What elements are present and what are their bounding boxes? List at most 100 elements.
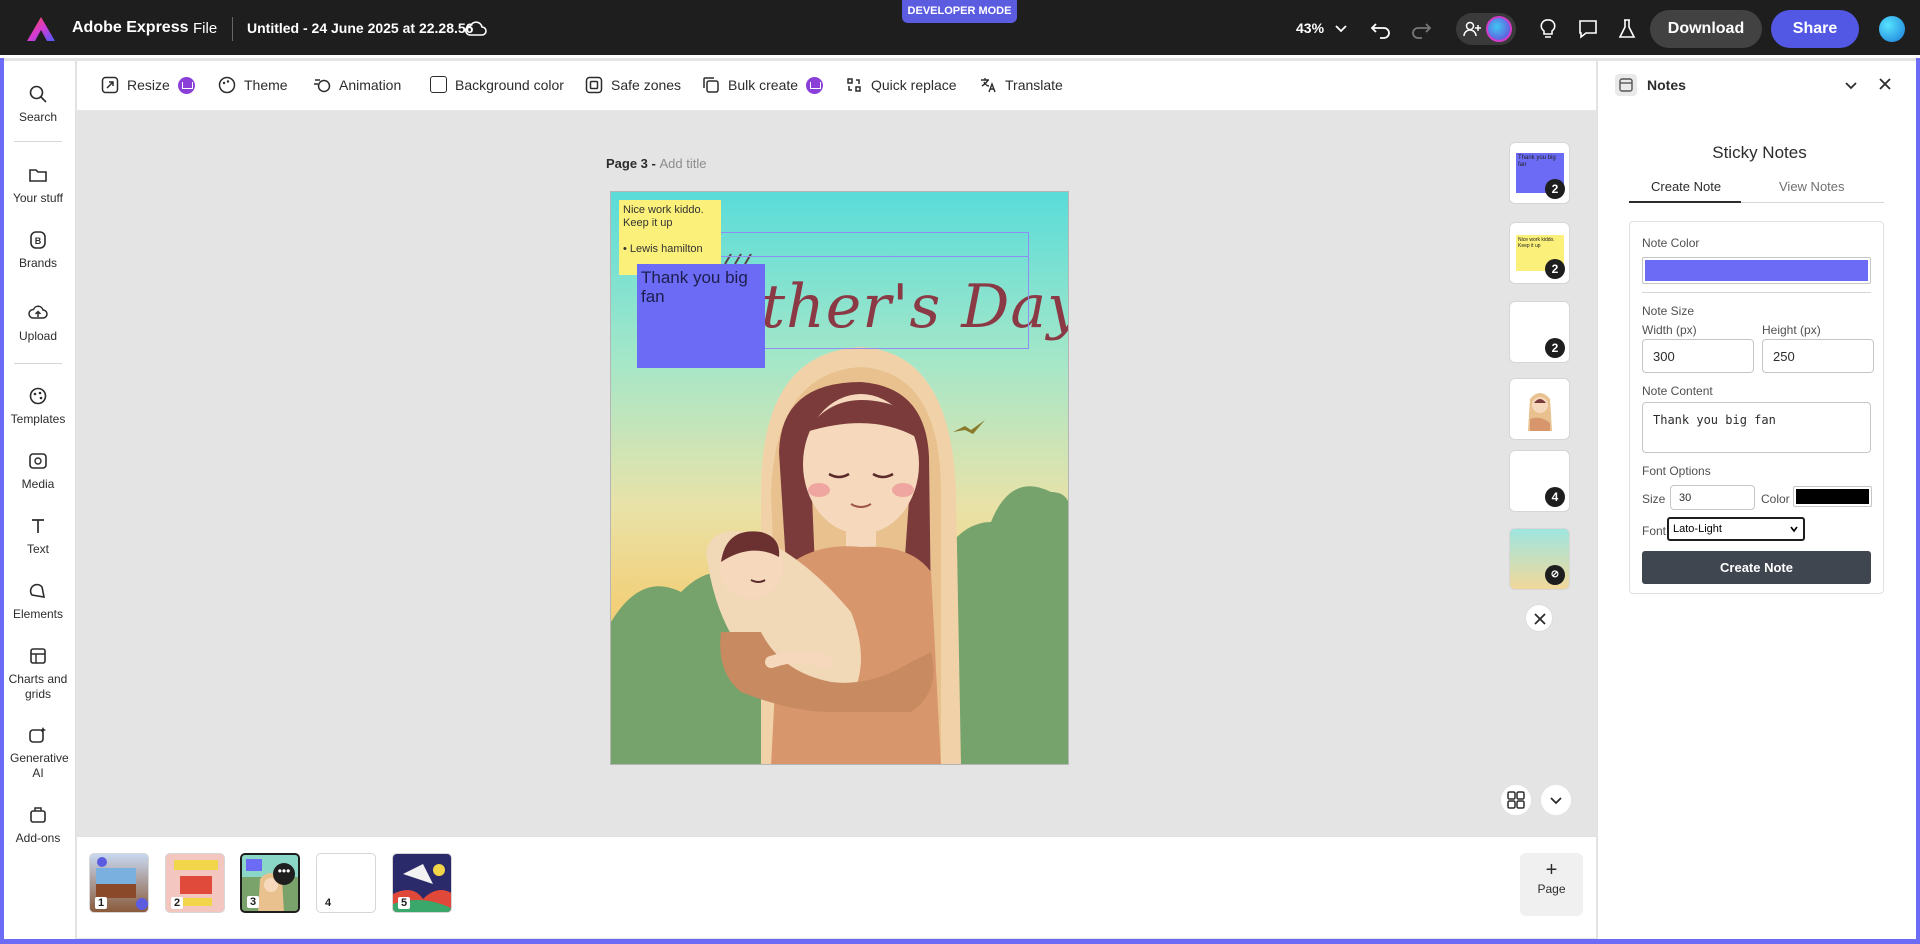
redo-icon[interactable] <box>1408 16 1434 42</box>
page-number: 1 <box>95 897 108 909</box>
page-thumbnail-2[interactable]: 2 <box>165 853 225 913</box>
add-page-button[interactable]: + Page <box>1520 853 1583 916</box>
more-options-icon[interactable]: ••• <box>273 863 295 885</box>
comment-icon[interactable] <box>1575 16 1601 42</box>
download-button[interactable]: Download <box>1650 10 1762 48</box>
beaker-icon[interactable] <box>1614 16 1640 42</box>
safe-zones-button[interactable]: Safe zones <box>585 76 681 94</box>
elements-icon <box>29 583 46 598</box>
sticky-note-blue[interactable]: Thank you big fan <box>637 264 765 368</box>
rail-templates[interactable]: Templates <box>0 386 76 426</box>
rail-search[interactable]: Search <box>0 84 76 124</box>
quick-replace-button[interactable]: Quick replace <box>845 76 957 94</box>
svg-text:B: B <box>35 236 42 246</box>
layer-thumbnail[interactable]: Nice work kiddo. Keep it up 2 <box>1509 222 1570 284</box>
notes-header-title: Notes <box>1647 77 1686 93</box>
sticky-notes-title: Sticky Notes <box>1712 143 1807 162</box>
cloud-save-icon[interactable] <box>464 18 488 40</box>
note-color-label: Note Color <box>1642 236 1700 250</box>
tab-create-note[interactable]: Create Note <box>1651 179 1721 194</box>
file-menu[interactable]: File <box>193 20 217 37</box>
collaborators[interactable] <box>1456 13 1516 45</box>
bulk-create-button[interactable]: Bulk create <box>702 76 824 94</box>
notes-panel: Notes Sticky Notes Create Note View Note… <box>1597 61 1920 944</box>
rail-your-stuff[interactable]: Your stuff <box>0 165 76 205</box>
add-title-input[interactable]: Add title <box>659 156 706 171</box>
top-bar: Adobe Express File Untitled - 24 June 20… <box>0 0 1920 58</box>
rail-label: Charts and grids <box>8 672 68 701</box>
tab-view-notes[interactable]: View Notes <box>1779 179 1845 194</box>
premium-crown-icon <box>177 76 195 94</box>
profile-avatar[interactable] <box>1879 16 1905 42</box>
rail-label: Brands <box>18 256 58 270</box>
rail-generative-ai[interactable]: Generative AI <box>0 725 76 781</box>
bird-decoration <box>953 420 985 434</box>
page-thumbnail-5[interactable]: 5 <box>392 853 452 913</box>
rail-upload[interactable]: Upload <box>0 303 76 343</box>
adobe-express-logo[interactable] <box>26 16 56 42</box>
add-page-label: Page <box>1537 882 1566 896</box>
window-frame-left <box>0 58 4 944</box>
layer-thumbnail[interactable]: 2 <box>1509 301 1570 363</box>
height-input[interactable]: 250 <box>1762 339 1874 373</box>
note-content-value: Thank you big fan <box>1653 413 1776 427</box>
create-note-button[interactable]: Create Note <box>1642 551 1871 584</box>
rail-elements[interactable]: Elements <box>0 581 76 621</box>
note-color-picker[interactable] <box>1642 257 1871 284</box>
rail-text[interactable]: Text <box>0 516 76 556</box>
note-line: Nice work kiddo. <box>623 204 704 216</box>
rail-label: Generative AI <box>10 751 69 780</box>
rail-label: Your stuff <box>12 191 64 205</box>
safe-zones-icon <box>585 76 603 94</box>
window-frame-right <box>1916 58 1920 944</box>
close-icon[interactable] <box>1876 75 1894 93</box>
note-content-textarea[interactable]: Thank you big fan <box>1642 402 1871 453</box>
document-title[interactable]: Untitled - 24 June 2025 at 22.28.56 <box>247 20 473 36</box>
layer-thumbnail[interactable]: ⊘ <box>1509 528 1570 590</box>
rail-charts-and-grids[interactable]: Charts and grids <box>0 646 76 702</box>
artboard[interactable]: ther's Day Nice work kiddo. Keep it up •… <box>610 191 1069 765</box>
share-button[interactable]: Share <box>1771 10 1859 48</box>
chevron-down-icon[interactable] <box>1333 20 1349 36</box>
zoom-level[interactable]: 43% <box>1296 20 1324 36</box>
animation-button[interactable]: Animation <box>313 76 401 94</box>
resize-label: Resize <box>127 77 170 93</box>
theme-label: Theme <box>244 77 288 93</box>
collapse-pages-button[interactable] <box>1541 785 1571 815</box>
animation-icon <box>314 79 331 93</box>
undo-icon[interactable] <box>1368 16 1394 42</box>
width-input[interactable]: 300 <box>1642 339 1754 373</box>
layer-thumbnail[interactable]: 4 <box>1509 450 1570 512</box>
notes-app-icon <box>1615 74 1637 96</box>
count-badge: 2 <box>1545 338 1565 358</box>
close-stack-button[interactable] <box>1525 604 1553 632</box>
rail-media[interactable]: Media <box>0 451 76 491</box>
bulk-create-icon <box>703 77 719 93</box>
translate-button[interactable]: Translate <box>979 76 1063 94</box>
note-line: • Lewis hamilton <box>623 243 703 255</box>
count-badge: 2 <box>1545 259 1565 279</box>
layer-thumbnail[interactable] <box>1509 378 1570 440</box>
avatar[interactable] <box>1486 16 1512 42</box>
divider <box>232 17 233 41</box>
charts-icon <box>30 648 46 664</box>
resize-button[interactable]: Resize <box>101 76 195 94</box>
layer-thumbnail[interactable]: Thank you big fan 2 <box>1509 142 1570 204</box>
theme-button[interactable]: Theme <box>218 76 288 94</box>
add-person-icon[interactable] <box>1460 17 1484 41</box>
rail-brands[interactable]: B Brands <box>0 230 76 270</box>
rail-add-ons[interactable]: Add-ons <box>0 805 76 845</box>
chevron-down-icon[interactable] <box>1843 77 1859 93</box>
font-size-input[interactable]: 30 <box>1670 485 1755 510</box>
font-options-label: Font Options <box>1642 464 1711 478</box>
palette-icon <box>218 76 236 94</box>
page-number: 2 <box>171 897 184 909</box>
font-color-picker[interactable] <box>1793 486 1872 507</box>
background-color-button[interactable]: Background color <box>430 76 564 93</box>
grid-view-button[interactable] <box>1501 785 1531 815</box>
font-select[interactable]: Lato-Light <box>1667 517 1805 541</box>
lightbulb-icon[interactable] <box>1535 16 1561 42</box>
page-thumbnail-3[interactable]: ••• 3 <box>240 853 300 913</box>
page-thumbnail-1[interactable]: 1 <box>89 853 149 913</box>
page-thumbnail-4[interactable]: 4 <box>316 853 376 913</box>
